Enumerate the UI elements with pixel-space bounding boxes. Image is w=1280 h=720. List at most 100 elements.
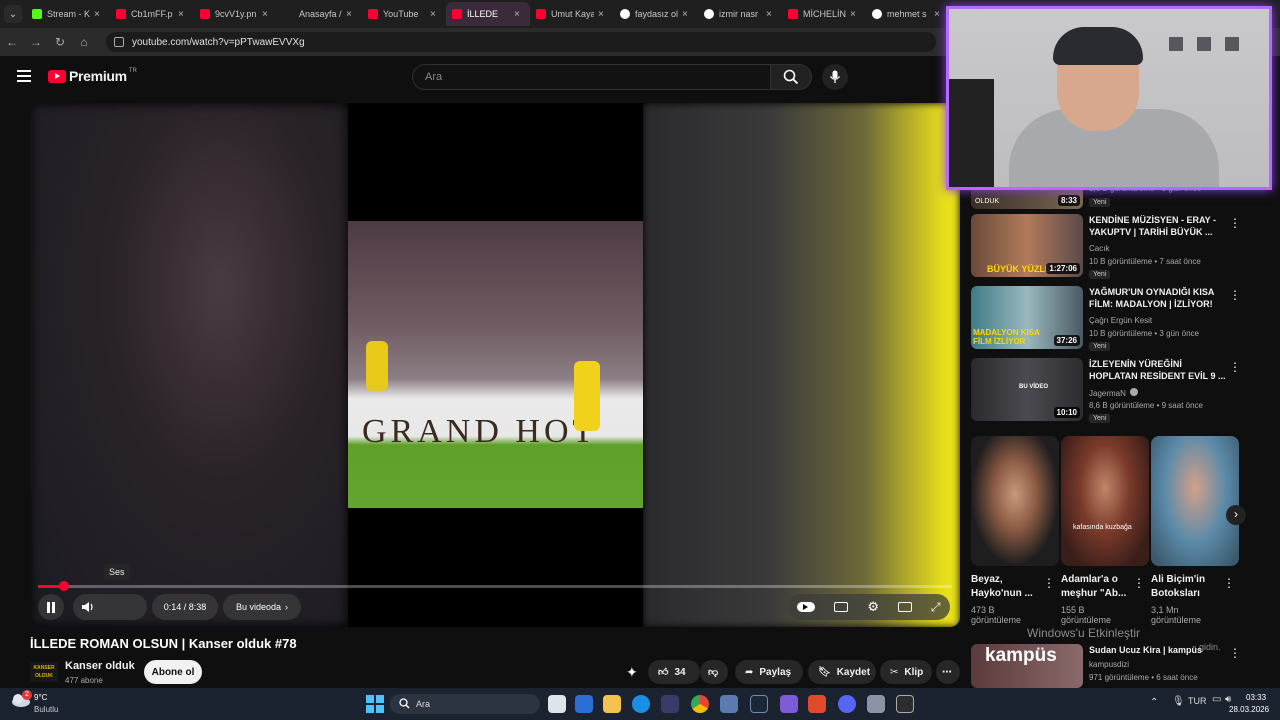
file-explorer-icon[interactable] [603, 695, 621, 713]
browser-tab[interactable]: Umut Kaya × [530, 2, 614, 26]
autoplay-toggle-icon[interactable] [797, 602, 816, 612]
task-view-icon[interactable] [548, 695, 566, 713]
dislike-button[interactable]: 👎︎ [700, 660, 728, 684]
recommendation-thumbnail[interactable]: MADALYON KISA FİLM İZLİYOR 37:26 [971, 286, 1083, 349]
recommendation-channel[interactable]: JagermaN [1089, 388, 1139, 398]
recommendation-thumbnail[interactable]: BU VİDEO 10:10 [971, 358, 1083, 421]
more-options-icon[interactable]: ⋮ [1229, 288, 1241, 302]
windows-start-icon[interactable] [366, 695, 384, 713]
recommendation-item[interactable]: BU VİDEO 10:10 İZLEYENİN YÜREĞİNİ HOPLAT… [971, 358, 1251, 428]
browser-tab[interactable]: İLLEDE × [446, 2, 530, 26]
close-tab-icon[interactable]: × [766, 9, 776, 20]
clock-date[interactable]: 28.03.2026 [1229, 705, 1269, 714]
browser-tab[interactable]: Cb1mFF.p × [110, 2, 194, 26]
steam-icon[interactable] [750, 695, 768, 713]
short-thumbnail[interactable]: kafasında kuzbağa [1061, 436, 1149, 566]
more-actions-button[interactable]: ⋯ [936, 660, 960, 684]
subscribe-button[interactable]: Abone ol [144, 660, 202, 684]
save-button[interactable]: 🔖︎ Kaydet [808, 660, 876, 684]
store-icon[interactable] [661, 695, 679, 713]
browser-tab[interactable]: izmir nasr × [698, 2, 782, 26]
home-icon[interactable]: ⌂ [72, 35, 96, 49]
browser-tab[interactable]: 9cvV1y.pn × [194, 2, 278, 26]
recommendation-thumbnail[interactable]: BÜYÜK YÜZLE 1:27:06 [971, 214, 1083, 277]
browser-tab[interactable]: Anasayfa / × [278, 2, 362, 26]
app-icon[interactable] [780, 695, 798, 713]
settings-icon[interactable]: ⚙ [867, 599, 879, 615]
search-button[interactable] [770, 64, 812, 90]
close-tab-icon[interactable]: × [598, 9, 608, 20]
short-thumbnail[interactable] [971, 436, 1059, 566]
language-indicator[interactable]: TUR [1188, 696, 1207, 706]
more-options-icon[interactable]: ⋮ [1229, 360, 1241, 374]
like-button[interactable]: 👍︎ 34 [648, 660, 700, 684]
youtube-logo[interactable]: Premium TR [48, 68, 137, 84]
clock-time[interactable]: 03:33 [1246, 693, 1266, 702]
discord-icon[interactable] [838, 695, 856, 713]
short-thumbnail[interactable] [1151, 436, 1239, 566]
site-info-icon[interactable] [114, 37, 124, 47]
clip-button[interactable]: ✂ Klip [880, 660, 932, 684]
volume-control[interactable] [73, 594, 147, 620]
recommendation-title[interactable]: KENDİNE MÜZİSYEN - ERAY - YAKUPTV | TARİ… [1089, 214, 1229, 238]
close-tab-icon[interactable]: × [346, 9, 356, 20]
back-icon[interactable]: ← [0, 35, 24, 49]
url-field[interactable]: youtube.com/watch?v=pPTwawEVVXg [106, 32, 936, 52]
scrubber-handle[interactable] [58, 581, 69, 591]
volume-icon[interactable]: 🔊︎ [1225, 694, 1231, 705]
app-icon[interactable] [720, 695, 738, 713]
taskbar-search[interactable]: Ara [390, 694, 540, 714]
weather-icon[interactable]: 2 [10, 690, 32, 708]
close-tab-icon[interactable]: × [430, 9, 440, 20]
subtitles-icon[interactable] [834, 602, 849, 612]
chapter-button[interactable]: Bu videoda › [223, 594, 301, 620]
short-title[interactable]: Beyaz, Hayko'nun ... [971, 573, 1041, 601]
short-title[interactable]: Adamlar'a o meşhur "Ab... [1061, 573, 1133, 601]
network-icon[interactable]: ▭ [1212, 694, 1221, 705]
channel-name[interactable]: Kanser olduk [65, 660, 135, 672]
recommendation-channel[interactable]: Cacık [1089, 244, 1109, 253]
edge-icon[interactable] [632, 695, 650, 713]
share-button[interactable]: ➦ Paylaş [735, 660, 803, 684]
more-options-icon[interactable]: ⋮ [1133, 576, 1145, 590]
close-tab-icon[interactable]: × [178, 9, 188, 20]
recommendation-channel[interactable]: Çağrı Ergün Kesit [1089, 316, 1152, 325]
settings-icon[interactable] [867, 695, 885, 713]
recommendation-thumbnail[interactable]: kampüs [971, 644, 1083, 688]
recommendation-item[interactable]: MADALYON KISA FİLM İZLİYOR 37:26 YAĞMUR'… [971, 286, 1251, 356]
close-tab-icon[interactable]: × [262, 9, 272, 20]
video-player[interactable]: GRAND HOT Ses 0:14 / 8:38 Bu videoda › ⚙ … [30, 103, 960, 627]
forward-icon[interactable]: → [24, 35, 48, 49]
browser-tab[interactable]: faydasız ol × [614, 2, 698, 26]
close-tab-icon[interactable]: × [514, 9, 524, 20]
browser-tab[interactable]: YouTube × [362, 2, 446, 26]
recommendation-item[interactable]: kampüs Sudan Ucuz Kira | kampüs kampusdi… [971, 644, 1251, 688]
progress-bar[interactable] [38, 581, 952, 591]
pause-button[interactable] [38, 594, 64, 620]
fullscreen-icon[interactable]: ⤢ [931, 600, 941, 615]
more-options-icon[interactable]: ⋮ [1229, 646, 1241, 660]
shorts-next-button[interactable]: › [1226, 505, 1246, 525]
chrome-icon[interactable] [691, 695, 709, 713]
obs-icon[interactable] [896, 695, 914, 713]
app-icon[interactable] [808, 695, 826, 713]
more-options-icon[interactable]: ⋮ [1223, 576, 1235, 590]
sparkle-icon[interactable]: ✦ [626, 664, 638, 681]
close-tab-icon[interactable]: × [850, 9, 860, 20]
channel-avatar[interactable]: KANSER OLDUK [30, 662, 58, 682]
tab-list-button[interactable]: ⌄ [4, 5, 22, 23]
recommendation-title[interactable]: YAĞMUR'UN OYNADIĞI KISA FİLM: MADALYON |… [1089, 286, 1229, 310]
search-input[interactable]: Ara [412, 64, 770, 90]
recommendation-channel[interactable]: kampusdizi [1089, 660, 1129, 669]
browser-tab[interactable]: MİCHELİN × [782, 2, 866, 26]
more-options-icon[interactable]: ⋮ [1043, 576, 1055, 590]
close-tab-icon[interactable]: × [934, 9, 944, 20]
more-options-icon[interactable]: ⋮ [1229, 216, 1241, 230]
recommendation-title[interactable]: Sudan Ucuz Kira | kampüs [1089, 644, 1229, 656]
miniplayer-icon[interactable] [897, 602, 912, 612]
close-tab-icon[interactable]: × [94, 9, 104, 20]
close-tab-icon[interactable]: × [682, 9, 692, 20]
microphone-icon[interactable]: 🎙︎ [1172, 696, 1185, 707]
recommendation-title[interactable]: İZLEYENİN YÜREĞİNİ HOPLATAN RESİDENT EVİ… [1089, 358, 1229, 382]
browser-tab[interactable]: mehmet s × [866, 2, 950, 26]
